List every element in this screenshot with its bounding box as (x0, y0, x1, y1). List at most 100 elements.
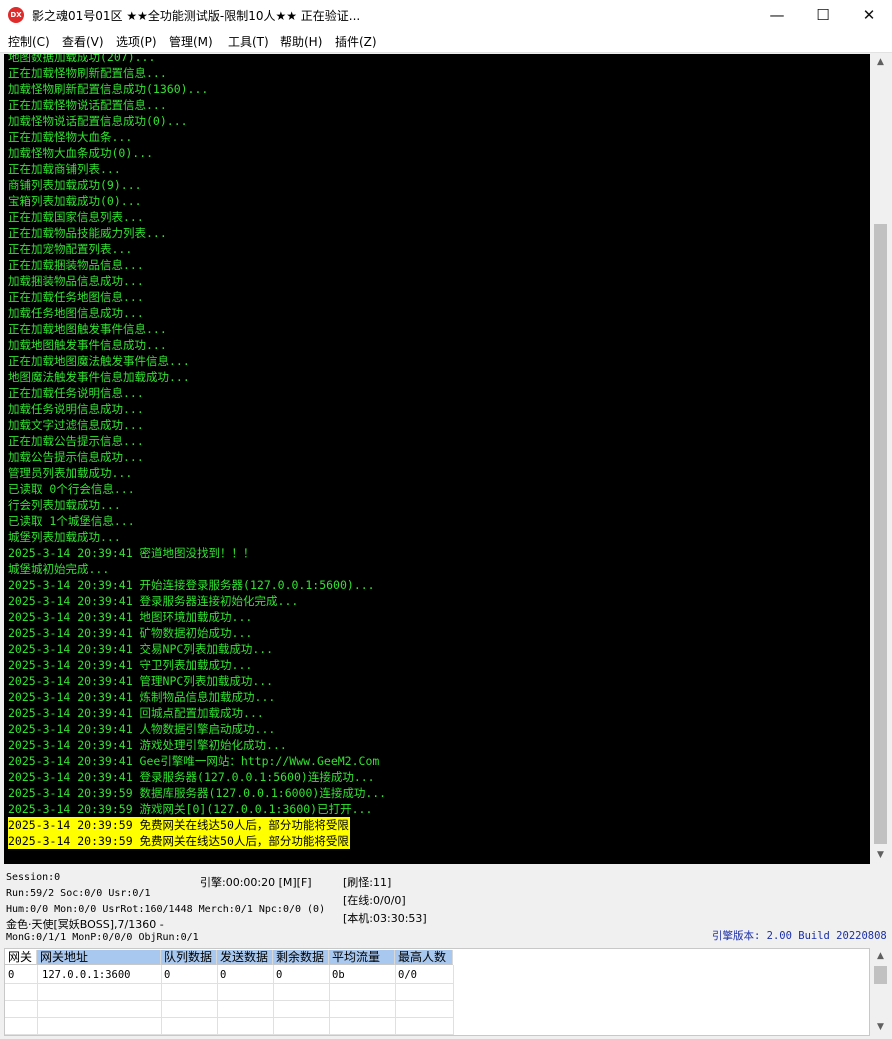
grid-line (37, 965, 38, 1035)
log-line: 2025-3-14 20:39:59 数据库服务器(127.0.0.1:6000… (8, 786, 387, 800)
hum-status: Hum:0/0 Mon:0/0 UsrRot:160/1448 Merch:0/… (6, 904, 326, 915)
menu-manage[interactable]: 管理(M) (169, 33, 213, 50)
log-line: 2025-3-14 20:39:41 人物数据引擎启动成功... (8, 722, 276, 736)
log-line: 2025-3-14 20:39:59 免费网关在线达50人后，部分功能将受限 (8, 817, 350, 833)
menu-view[interactable]: 查看(V) (62, 33, 104, 50)
log-line: 2025-3-14 20:39:41 登录服务器连接初始化完成... (8, 594, 299, 608)
app-icon: DX (8, 7, 24, 23)
cell-avg-flow: 0b (332, 969, 345, 981)
log-line: 城堡城初始完成... (8, 562, 110, 576)
grid-line (5, 983, 453, 984)
maximize-button[interactable]: ☐ (800, 0, 846, 30)
log-line: 2025-3-14 20:39:41 游戏处理引擎初始化成功... (8, 738, 287, 752)
scroll-down-icon[interactable]: ▼ (872, 847, 889, 864)
column-header-queue[interactable]: 队列数据 (161, 950, 217, 965)
grid-line (5, 1000, 453, 1001)
column-header-avg-flow[interactable]: 平均流量 (329, 950, 395, 965)
scroll-thumb[interactable] (874, 224, 887, 844)
log-line: 2025-3-14 20:39:41 Gee引擎唯一网站：http://Www.… (8, 754, 380, 768)
log-line: 2025-3-14 20:39:41 交易NPC列表加载成功... (8, 642, 274, 656)
scroll-thumb[interactable] (874, 966, 887, 984)
grid-line (5, 1034, 453, 1035)
log-line: 正在加载物品技能威力列表... (8, 226, 167, 240)
log-line: 正在加载怪物大血条... (8, 130, 133, 144)
scroll-up-icon[interactable]: ▲ (872, 54, 889, 71)
log-line: 行会列表加载成功... (8, 498, 121, 512)
log-line: 宝箱列表加载成功(0)... (8, 194, 142, 208)
log-line: 加载怪物刷新配置信息成功(1360)... (8, 82, 209, 96)
console-scrollbar[interactable]: ▲ ▼ (872, 54, 889, 864)
log-console[interactable]: 地图数据加载成功(207)... 正在加载怪物刷新配置信息... 加载怪物刷新配置信… (4, 54, 870, 864)
column-header-sent[interactable]: 发送数据 (217, 950, 273, 965)
scroll-up-icon[interactable]: ▲ (872, 948, 889, 965)
title-bar: DX 影之魂01号01区 ★★全功能测试版-限制10人★★ 正在验证... — … (0, 0, 892, 30)
grid-line (395, 965, 396, 1035)
log-line: 正在加载商铺列表... (8, 162, 121, 176)
log-line: 正在加载国家信息列表... (8, 210, 144, 224)
log-line: 商铺列表加载成功(9)... (8, 178, 142, 192)
grid-line (453, 965, 454, 1035)
log-line: 2025-3-14 20:39:41 地图环境加载成功... (8, 610, 253, 624)
session-status: Session:0 (6, 872, 61, 883)
scroll-down-icon[interactable]: ▼ (872, 1019, 889, 1036)
local-time: [本机:03:30:53] (343, 912, 427, 925)
log-line: 加载任务说明信息成功... (8, 402, 144, 416)
log-line: 2025-3-14 20:39:59 免费网关在线达50人后，部分功能将受限 (8, 833, 350, 849)
grid-line (161, 965, 162, 1035)
menu-plugins[interactable]: 插件(Z) (335, 33, 377, 50)
cell-queue: 0 (164, 969, 171, 981)
log-line: 城堡列表加载成功... (8, 530, 121, 544)
menu-bar: 控制(C) 查看(V) 选项(P) 管理(M) 工具(T) 帮助(H) 插件(Z… (0, 30, 892, 53)
grid-line (5, 1017, 453, 1018)
log-line: 已读取 0个行会信息... (8, 482, 135, 496)
log-line: 加载公告提示信息成功... (8, 450, 144, 464)
menu-control[interactable]: 控制(C) (8, 33, 50, 50)
log-line: 加载捆装物品信息成功... (8, 274, 144, 288)
cell-remaining: 0 (276, 969, 283, 981)
log-line: 地图魔法触发事件信息加载成功... (8, 370, 190, 384)
column-header-max-users[interactable]: 最高人数 (395, 950, 453, 965)
column-header-gateway[interactable]: 网关 (5, 950, 37, 965)
close-button[interactable]: ✕ (846, 0, 892, 30)
log-line: 正在加载怪物刷新配置信息... (8, 66, 167, 80)
log-line: 正在加载捆装物品信息... (8, 258, 144, 272)
log-line: 2025-3-14 20:39:41 密道地图没找到！！！ (8, 546, 255, 560)
log-line: 地图数据加载成功(207)... (8, 54, 156, 64)
cell-max-users: 0/0 (398, 969, 417, 981)
log-line: 正在加载地图魔法触发事件信息... (8, 354, 190, 368)
refresh-monster-count: [刷怪:11] (343, 876, 392, 889)
log-line: 正在加载怪物说话配置信息... (8, 98, 167, 112)
log-line: 正在加载任务说明信息... (8, 386, 144, 400)
log-line: 加载地图触发事件信息成功... (8, 338, 167, 352)
log-line: 2025-3-14 20:39:41 炼制物品信息加载成功... (8, 690, 276, 704)
cell-gateway: 0 (8, 969, 15, 981)
log-line: 2025-3-14 20:39:41 回城点配置加载成功... (8, 706, 264, 720)
menu-help[interactable]: 帮助(H) (280, 33, 322, 50)
table-scrollbar[interactable]: ▲ ▼ (872, 948, 889, 1036)
log-line: 2025-3-14 20:39:41 矿物数据初始成功... (8, 626, 253, 640)
log-line: 管理员列表加载成功... (8, 466, 133, 480)
online-count: [在线:0/0/0] (343, 894, 406, 907)
log-line: 加载怪物说话配置信息成功(0)... (8, 114, 188, 128)
log-line: 2025-3-14 20:39:41 管理NPC列表加载成功... (8, 674, 274, 688)
log-line: 2025-3-14 20:39:59 游戏网关[0](127.0.0.1:360… (8, 802, 373, 816)
log-line: 2025-3-14 20:39:41 开始连接登录服务器(127.0.0.1:5… (8, 578, 375, 592)
column-header-address[interactable]: 网关地址 (37, 950, 161, 965)
log-line: 加载文字过滤信息成功... (8, 418, 144, 432)
log-line: 2025-3-14 20:39:41 守卫列表加载成功... (8, 658, 253, 672)
log-line: 2025-3-14 20:39:41 登录服务器(127.0.0.1:5600)… (8, 770, 375, 784)
log-line: 正在加载任务地图信息... (8, 290, 144, 304)
log-line: 加载怪物大血条成功(0)... (8, 146, 154, 160)
column-header-remaining[interactable]: 剩余数据 (273, 950, 329, 965)
cell-sent: 0 (220, 969, 227, 981)
engine-time: 引擎:00:00:20 [M][F] (200, 876, 312, 889)
menu-options[interactable]: 选项(P) (116, 33, 157, 50)
log-line: 正在加宠物配置列表... (8, 242, 133, 256)
menu-tools[interactable]: 工具(T) (228, 33, 269, 50)
gateway-table[interactable]: 网关 网关地址 队列数据 发送数据 剩余数据 平均流量 最高人数 0 127.0… (4, 948, 870, 1036)
grid-line (217, 965, 218, 1035)
minimize-button[interactable]: — (754, 0, 800, 30)
log-line: 已读取 1个城堡信息... (8, 514, 135, 528)
run-status: Run:59/2 Soc:0/0 Usr:0/1 (6, 888, 151, 899)
cell-address: 127.0.0.1:3600 (42, 969, 131, 981)
